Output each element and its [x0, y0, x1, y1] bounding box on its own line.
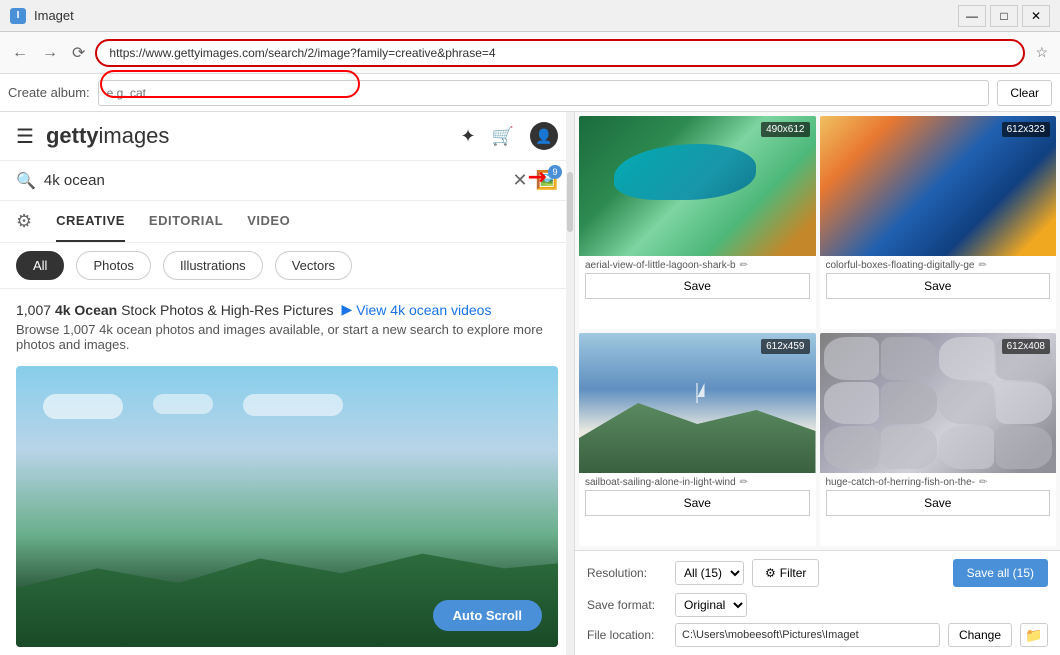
- image-thumb-4[interactable]: 612x408: [820, 333, 1057, 473]
- preview-image: Auto Scroll: [16, 366, 558, 647]
- close-button[interactable]: ✕: [1022, 5, 1050, 27]
- results-info: 1,007 4k Ocean Stock Photos & High-Res P…: [0, 289, 574, 358]
- clear-button[interactable]: Clear: [997, 80, 1052, 106]
- save-button-2[interactable]: Save: [826, 273, 1051, 299]
- left-panel: ☰ gettyimages ✦ 🛒 👤 ↗ 🔍 ✕ 🖼️ 9: [0, 112, 575, 655]
- save-button-4[interactable]: Save: [826, 490, 1051, 516]
- folder-button[interactable]: 📁: [1020, 623, 1048, 647]
- image-card-2: 612x323 colorful-boxes-floating-digitall…: [820, 116, 1057, 329]
- forward-button[interactable]: →: [38, 40, 62, 66]
- minimize-button[interactable]: —: [958, 5, 986, 27]
- hamburger-icon[interactable]: ☰: [16, 124, 34, 149]
- image-dims-4: 612x408: [1002, 339, 1050, 354]
- image-card-1: 490x612 aerial-view-of-little-lagoon-sha…: [579, 116, 816, 329]
- results-count: 1,007 4k Ocean Stock Photos & High-Res P…: [16, 302, 334, 318]
- cloud-3: [243, 394, 343, 416]
- search-bar: 🔍 ✕ 🖼️ 9: [0, 161, 574, 201]
- mountain-shape: [579, 403, 816, 473]
- category-filters: All Photos Illustrations Vectors: [0, 243, 574, 289]
- app-title: Imaget: [34, 8, 74, 23]
- create-album-label: Create album:: [8, 85, 90, 100]
- title-bar: I Imaget — □ ✕: [0, 0, 1060, 32]
- filter-adjust-icon[interactable]: ⚙: [16, 211, 32, 232]
- filter-icon: ⚙: [765, 566, 776, 580]
- image-name-2: colorful-boxes-floating-digitally-ge ✏: [826, 260, 1051, 271]
- search-icon: 🔍: [16, 171, 36, 191]
- cloud-2: [153, 394, 213, 414]
- format-select[interactable]: Original JPG PNG WEBP: [675, 593, 747, 617]
- scroll-track[interactable]: [566, 112, 574, 655]
- edit-icon-1: ✏: [740, 260, 748, 271]
- preview-clouds: [43, 394, 531, 419]
- bookmark-button[interactable]: ☆: [1031, 40, 1052, 65]
- tab-video[interactable]: VIDEO: [247, 201, 290, 242]
- image-dims-2: 612x323: [1002, 122, 1050, 137]
- resolution-row: Resolution: All (15) 1080p 4K ⚙ Filter S…: [587, 559, 1048, 587]
- fish-grid: [820, 333, 1057, 473]
- save-format-label: Save format:: [587, 598, 667, 612]
- tab-editorial[interactable]: EDITORIAL: [149, 201, 223, 242]
- search-input[interactable]: [44, 172, 505, 189]
- back-button[interactable]: ←: [8, 40, 32, 66]
- getty-header: ☰ gettyimages ✦ 🛒 👤 ↗: [0, 112, 574, 161]
- album-input[interactable]: [98, 80, 990, 106]
- image-thumb-3[interactable]: 612x459: [579, 333, 816, 473]
- refresh-button[interactable]: ⟳: [68, 39, 89, 67]
- edit-icon-3: ✏: [740, 477, 748, 488]
- image-name-3: sailboat-sailing-alone-in-light-wind ✏: [585, 477, 810, 488]
- file-location-label: File location:: [587, 628, 667, 642]
- island-silhouette: [16, 549, 558, 647]
- location-row: File location: Change 📁: [587, 623, 1048, 647]
- main-content: ☰ gettyimages ✦ 🛒 👤 ↗ 🔍 ✕ 🖼️ 9: [0, 112, 1060, 655]
- image-grid: 490x612 aerial-view-of-little-lagoon-sha…: [575, 112, 1060, 550]
- sailboat-shape: [697, 383, 698, 403]
- save-button-3[interactable]: Save: [585, 490, 810, 516]
- sparkle-icon[interactable]: ✦: [460, 126, 475, 147]
- auto-scroll-button[interactable]: Auto Scroll: [433, 600, 542, 631]
- change-button[interactable]: Change: [948, 623, 1012, 647]
- image-name-4: huge-catch-of-herring-fish-on-the- ✏: [826, 477, 1051, 488]
- image-card-4: 612x408 huge-catch-of-herring-fish-on-th…: [820, 333, 1057, 546]
- edit-icon-4: ✏: [979, 477, 987, 488]
- filter-tabs: ⚙ CREATIVE EDITORIAL VIDEO: [0, 201, 574, 243]
- logo-bold: getty: [46, 123, 99, 149]
- resolution-select[interactable]: All (15) 1080p 4K: [675, 561, 744, 585]
- scroll-thumb[interactable]: [567, 172, 573, 232]
- imaget-bar: Create album: Clear: [0, 74, 1060, 112]
- video-link-text[interactable]: View 4k ocean videos: [356, 302, 491, 318]
- image-dims-1: 490x612: [761, 122, 809, 137]
- image-dims-3: 612x459: [761, 339, 809, 354]
- save-button-1[interactable]: Save: [585, 273, 810, 299]
- file-location-input[interactable]: [675, 623, 940, 647]
- image-thumb-1[interactable]: 490x612: [579, 116, 816, 256]
- edit-icon-2: ✏: [978, 260, 986, 271]
- image-card-3: 612x459 sailboat-sailing-alone-in-light-…: [579, 333, 816, 546]
- video-icon: ▶: [342, 301, 353, 318]
- getty-logo: gettyimages: [46, 123, 169, 149]
- image-name-1: aerial-view-of-little-lagoon-shark-b ✏: [585, 260, 810, 271]
- cat-illustrations-button[interactable]: Illustrations: [163, 251, 263, 280]
- save-all-button[interactable]: Save all (15): [953, 559, 1048, 587]
- maximize-button[interactable]: □: [990, 5, 1018, 27]
- format-row: Save format: Original JPG PNG WEBP: [587, 593, 1048, 617]
- cat-all-button[interactable]: All: [16, 251, 64, 280]
- lagoon-shape: [614, 144, 756, 200]
- cloud-1: [43, 394, 123, 419]
- app-icon: I: [10, 8, 26, 24]
- tab-creative[interactable]: CREATIVE: [56, 201, 125, 242]
- video-link[interactable]: ▶ View 4k ocean videos: [342, 301, 492, 318]
- resolution-label: Resolution:: [587, 566, 667, 580]
- filter-button[interactable]: ⚙ Filter: [752, 559, 819, 587]
- logo-light: images: [99, 123, 170, 149]
- bottom-controls: Resolution: All (15) 1080p 4K ⚙ Filter S…: [575, 550, 1060, 655]
- cat-photos-button[interactable]: Photos: [76, 251, 150, 280]
- results-description: Browse 1,007 4k ocean photos and images …: [16, 322, 558, 352]
- cart-icon[interactable]: 🛒: [492, 126, 514, 147]
- user-icon[interactable]: 👤: [530, 122, 558, 150]
- cat-vectors-button[interactable]: Vectors: [275, 251, 352, 280]
- right-panel: 490x612 aerial-view-of-little-lagoon-sha…: [575, 112, 1060, 655]
- browser-bar: ← → ⟳ ☆: [0, 32, 1060, 74]
- image-thumb-2[interactable]: 612x323: [820, 116, 1057, 256]
- address-bar[interactable]: [95, 39, 1025, 67]
